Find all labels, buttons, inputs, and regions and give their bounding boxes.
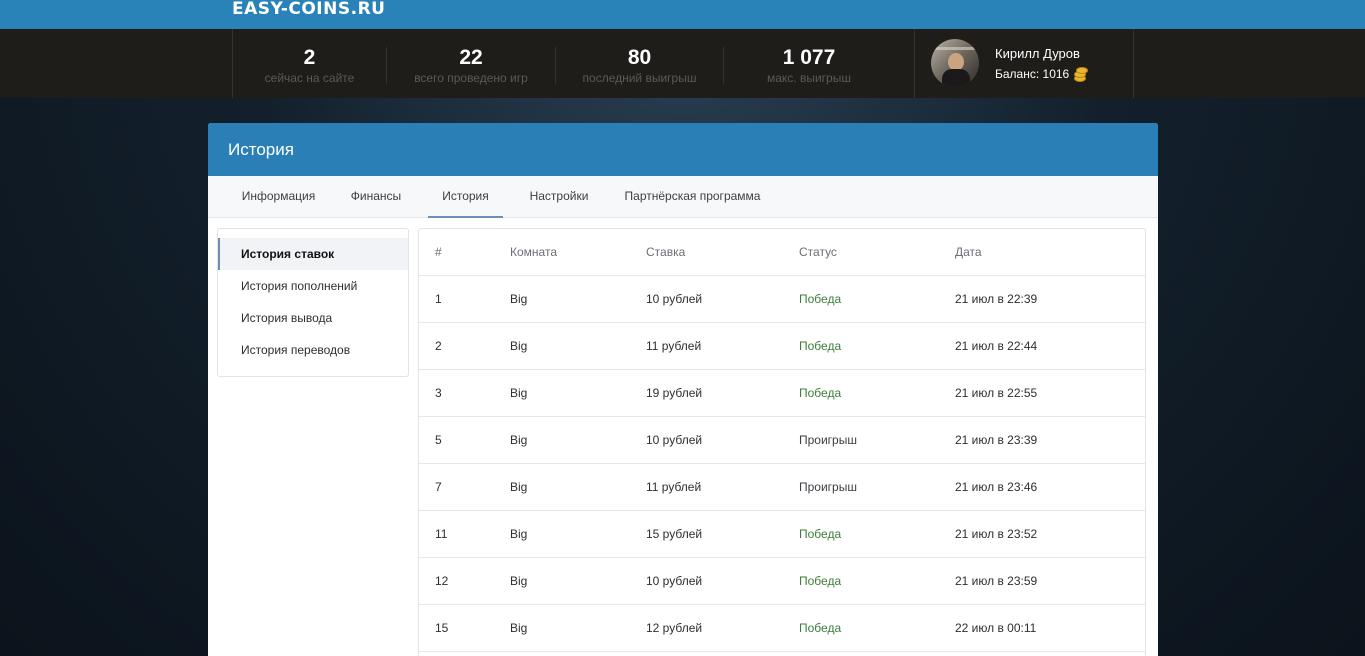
- bets-table: # Комната Ставка Статус Дата 1 Big 10 рубл…: [418, 228, 1146, 656]
- stat-last-win: 80 последний выигрыш: [556, 29, 723, 98]
- stat-value: 2: [303, 46, 316, 69]
- cell-date: 21 июл в 23:46: [955, 480, 1038, 494]
- cell-status: Победа: [799, 339, 842, 353]
- column-header: Комната: [510, 245, 557, 259]
- tab-settings[interactable]: Настройки: [520, 176, 598, 218]
- stats-panel: 2 сейчас на сайте 22 всего проведено игр…: [232, 29, 1134, 98]
- cell-number: 1: [435, 292, 442, 306]
- stat-online: 2 сейчас на сайте: [233, 29, 386, 98]
- cell-status: Победа: [799, 292, 842, 306]
- cell-room: Big: [510, 292, 528, 306]
- table-row: 11 Big 15 рублей Победа 21 июл в 23:52: [419, 511, 1145, 558]
- tab-partner-program[interactable]: Партнёрская программа: [620, 176, 765, 218]
- user-profile[interactable]: Кирилл Дуров Баланс: 1016: [914, 29, 1134, 98]
- table-row: 3 Big 19 рублей Победа 21 июл в 22:55: [419, 370, 1145, 417]
- table-row: 15 Big 12 рублей Победа 22 июл в 00:11: [419, 605, 1145, 652]
- cell-bet: 11 рублей: [646, 339, 702, 353]
- cell-date: 21 июл в 22:39: [955, 292, 1038, 306]
- table-row: 5 Big 10 рублей Проигрыш 21 июл в 23:39: [419, 417, 1145, 464]
- stat-value: 80: [627, 46, 652, 69]
- cell-status: Проигрыш: [799, 433, 857, 447]
- stats-bar: 2 сейчас на сайте 22 всего проведено игр…: [0, 29, 1365, 98]
- cell-room: Big: [510, 433, 528, 447]
- cell-room: Big: [510, 574, 528, 588]
- side-item-deposits-history[interactable]: История пополнений: [218, 270, 408, 302]
- cell-room: Big: [510, 339, 528, 353]
- cell-number: 15: [435, 621, 449, 635]
- side-item-bets-history[interactable]: История ставок: [218, 238, 408, 270]
- table-row: 2 Big 11 рублей Победа 21 июл в 22:44: [419, 323, 1145, 370]
- stat-label: сейчас на сайте: [264, 71, 355, 85]
- cell-status: Победа: [799, 574, 842, 588]
- table-row: 7 Big 11 рублей Проигрыш 21 июл в 23:46: [419, 464, 1145, 511]
- table-header: # Комната Ставка Статус Дата: [419, 229, 1145, 276]
- cell-date: 21 июл в 23:59: [955, 574, 1038, 588]
- user-name[interactable]: Кирилл Дуров: [995, 46, 1080, 62]
- coins-icon: [1072, 66, 1089, 82]
- stat-label: макс. выигрыш: [767, 71, 851, 85]
- cell-number: 7: [435, 480, 442, 494]
- stat-label: всего проведено игр: [414, 71, 528, 85]
- cell-status: Победа: [799, 386, 842, 400]
- cell-room: Big: [510, 386, 528, 400]
- stat-value: 1 077: [782, 46, 836, 69]
- cell-number: 2: [435, 339, 442, 353]
- cell-bet: 10 рублей: [646, 574, 703, 588]
- table-row: 1 Big 10 рублей Победа 21 июл в 22:39: [419, 276, 1145, 323]
- cell-status: Проигрыш: [799, 480, 857, 494]
- cell-bet: 19 рублей: [646, 386, 703, 400]
- cell-bet: 10 рублей: [646, 433, 703, 447]
- tab-info[interactable]: Информация: [231, 176, 326, 218]
- top-bar: EASY-COINS.RU: [0, 0, 1365, 29]
- cell-bet: 10 рублей: [646, 292, 703, 306]
- cell-date: 22 июл в 00:11: [955, 621, 1037, 635]
- side-item-transfers-history[interactable]: История переводов: [218, 334, 408, 366]
- cell-number: 5: [435, 433, 442, 447]
- side-item-withdrawals-history[interactable]: История вывода: [218, 302, 408, 334]
- stat-total-games: 22 всего проведено игр: [387, 29, 555, 98]
- column-header: Ставка: [646, 245, 686, 259]
- cell-bet: 11 рублей: [646, 480, 702, 494]
- cell-room: Big: [510, 480, 528, 494]
- cell-bet: 12 рублей: [646, 621, 703, 635]
- cell-status: Победа: [799, 527, 842, 541]
- balance-text: Баланс: 1016: [995, 67, 1070, 81]
- column-header: #: [435, 245, 442, 259]
- cell-date: 21 июл в 22:44: [955, 339, 1038, 353]
- tab-finance[interactable]: Финансы: [340, 176, 412, 218]
- cell-number: 3: [435, 386, 442, 400]
- cell-date: 21 июл в 23:52: [955, 527, 1038, 541]
- tab-history[interactable]: История: [428, 176, 503, 218]
- cell-room: Big: [510, 621, 528, 635]
- column-header: Статус: [799, 245, 837, 259]
- avatar[interactable]: [931, 39, 979, 87]
- cell-bet: 15 рублей: [646, 527, 703, 541]
- history-side-menu: История ставок История пополнений Истори…: [217, 228, 409, 377]
- stat-label: последний выигрыш: [582, 71, 697, 85]
- stat-value: 22: [459, 46, 483, 69]
- cell-date: 21 июл в 22:55: [955, 386, 1038, 400]
- cell-status: Победа: [799, 621, 842, 635]
- cell-room: Big: [510, 527, 528, 541]
- table-row: 12 Big 10 рублей Победа 21 июл в 23:59: [419, 558, 1145, 605]
- page-title: История: [208, 123, 1158, 176]
- site-logo[interactable]: EASY-COINS.RU: [232, 0, 385, 19]
- stat-max-win: 1 077 макс. выигрыш: [724, 29, 894, 98]
- profile-tabs: Информация Финансы История Настройки Пар…: [208, 176, 1158, 218]
- history-card: История Информация Финансы История Настр…: [208, 123, 1158, 656]
- cell-number: 11: [435, 527, 448, 541]
- cell-date: 21 июл в 23:39: [955, 433, 1038, 447]
- column-header: Дата: [955, 245, 982, 259]
- user-balance: Баланс: 1016: [995, 66, 1089, 82]
- cell-number: 12: [435, 574, 449, 588]
